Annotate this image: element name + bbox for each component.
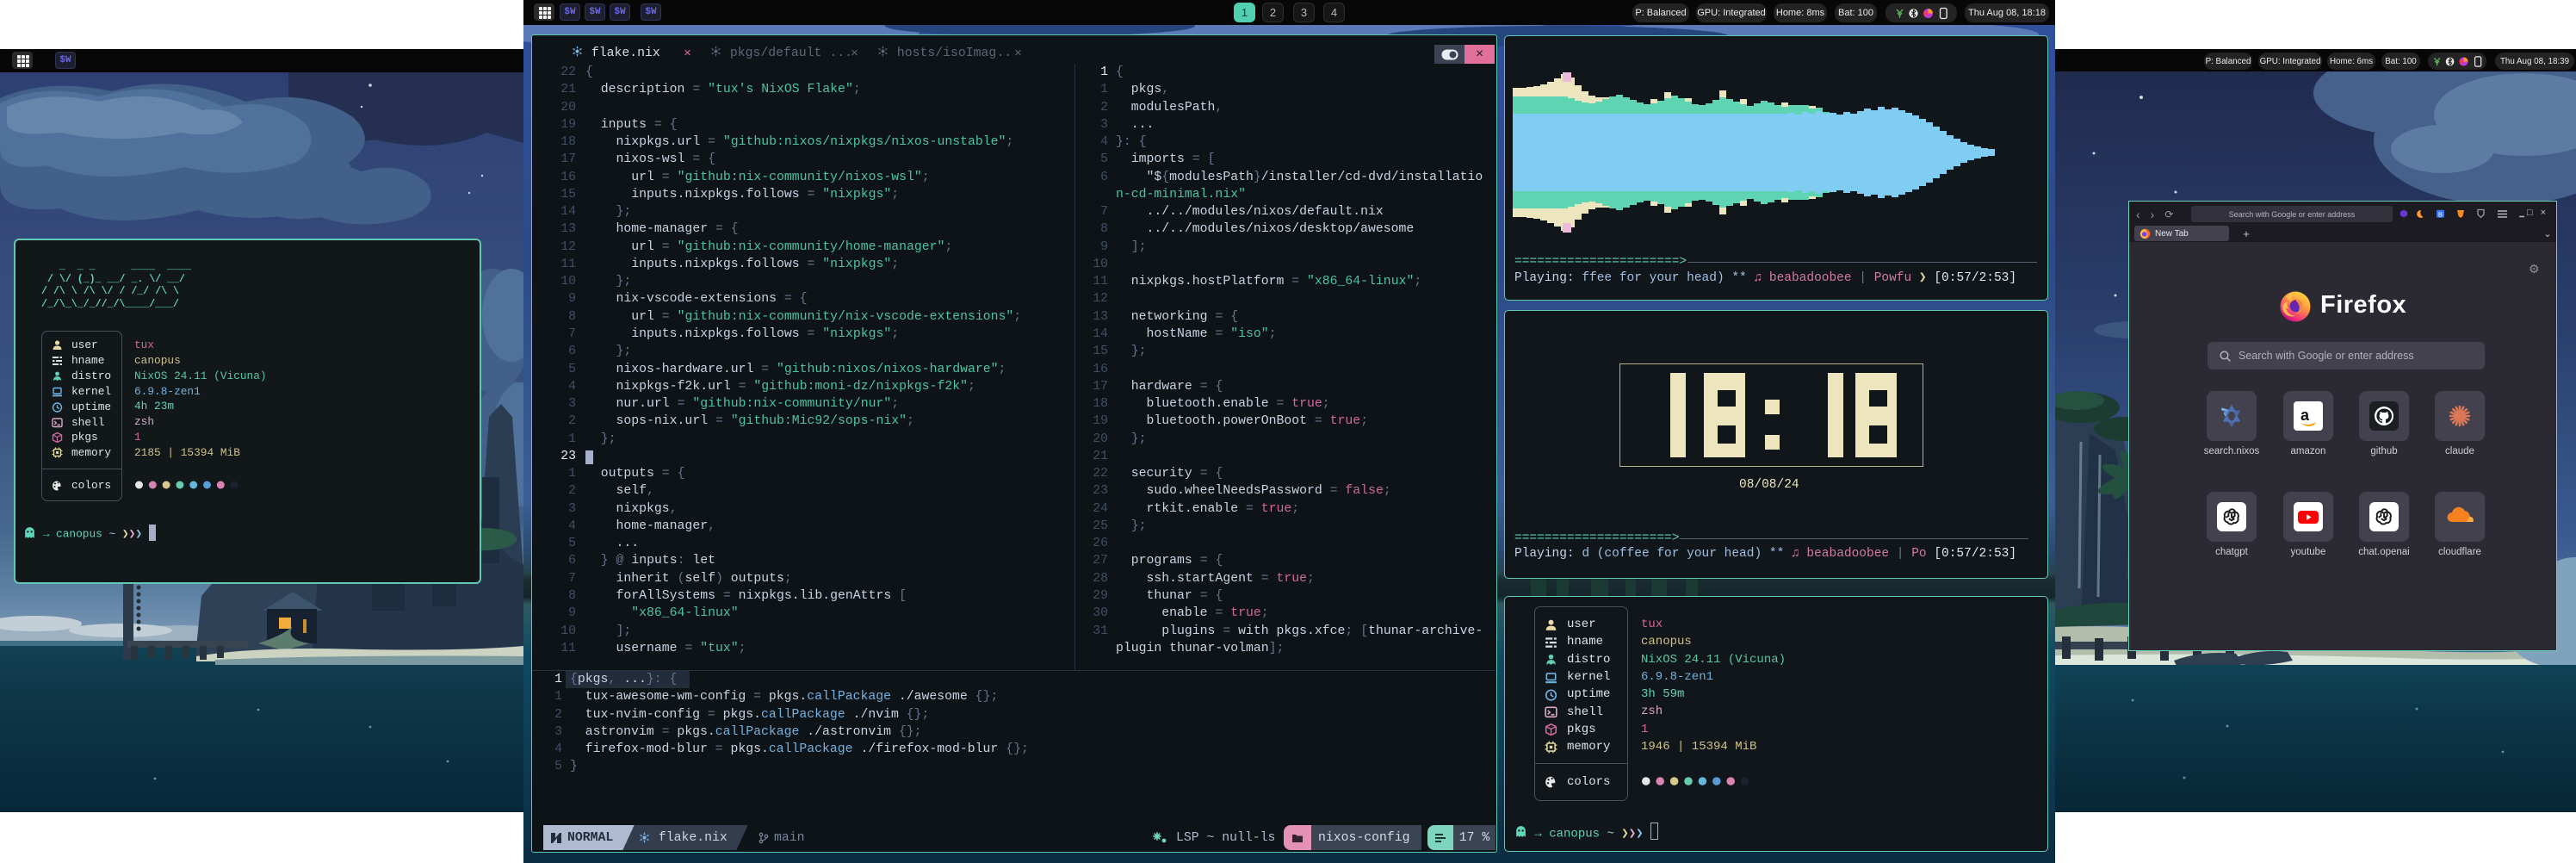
svg-text:B: B (2438, 210, 2443, 218)
svg-text:a: a (2300, 407, 2310, 424)
